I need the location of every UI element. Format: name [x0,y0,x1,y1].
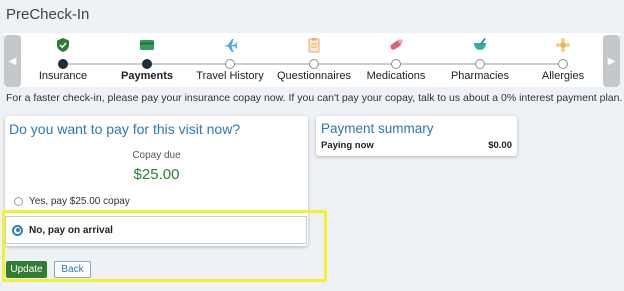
step-label: Allergies [541,70,585,82]
step-label: Payments [121,70,173,82]
option-pay-on-arrival[interactable]: No, pay on arrival [5,216,307,244]
step-dot [58,59,68,69]
page-title: PreCheck-In [6,6,90,23]
paying-now-label: Paying now [321,140,374,151]
payment-summary-heading: Payment summary [321,121,434,136]
pollen-icon [556,38,570,52]
paying-now-value: $0.00 [488,140,512,151]
step-payments[interactable]: Payments [102,33,192,87]
shield-icon [57,38,69,52]
step-dot [225,59,235,69]
option-pay-now-label: Yes, pay $25.00 copay [29,196,130,207]
step-label: Pharmacies [450,70,510,82]
option-pay-now[interactable]: Yes, pay $25.00 copay [14,196,130,207]
step-dot [309,59,319,69]
step-medications[interactable]: Medications [351,33,441,87]
pay-now-heading: Do you want to pay for this visit now? [9,121,241,137]
copay-due-label: Copay due [132,150,181,161]
credit-card-icon [140,40,154,50]
option-pay-on-arrival-label: No, pay on arrival [29,224,113,236]
checkin-stepper: ◀ ▶ Insurance Payments Travel History Qu… [4,33,620,87]
chevron-left-icon: ◀ [8,55,17,67]
step-questionnaires[interactable]: Questionnaires [269,33,359,87]
payment-summary-card: Payment summary Paying now $0.00 [316,116,517,156]
step-label: Medications [366,70,426,82]
clipboard-icon [308,38,320,53]
step-pharmacies[interactable]: Pharmacies [435,33,525,87]
step-label: Questionnaires [277,70,351,82]
mortar-icon [474,38,486,50]
back-button[interactable]: Back [54,261,91,278]
airplane-icon [223,39,238,52]
chevron-right-icon: ▶ [607,55,616,67]
step-dot [142,59,152,69]
step-label: Travel History [196,70,264,82]
copay-info-text: For a faster check-in, please pay your i… [6,92,623,104]
step-allergies[interactable]: Allergies [518,33,608,87]
step-label: Insurance [38,70,88,82]
step-insurance[interactable]: Insurance [18,33,108,87]
step-travel-history[interactable]: Travel History [185,33,275,87]
step-dot [391,59,401,69]
pill-icon [390,39,403,50]
step-dot [558,59,568,69]
radio-pay-on-arrival[interactable] [12,224,23,236]
step-dot [475,59,485,69]
update-button[interactable]: Update [6,261,47,278]
radio-pay-now[interactable] [14,197,23,206]
copay-amount: $25.00 [133,166,180,183]
